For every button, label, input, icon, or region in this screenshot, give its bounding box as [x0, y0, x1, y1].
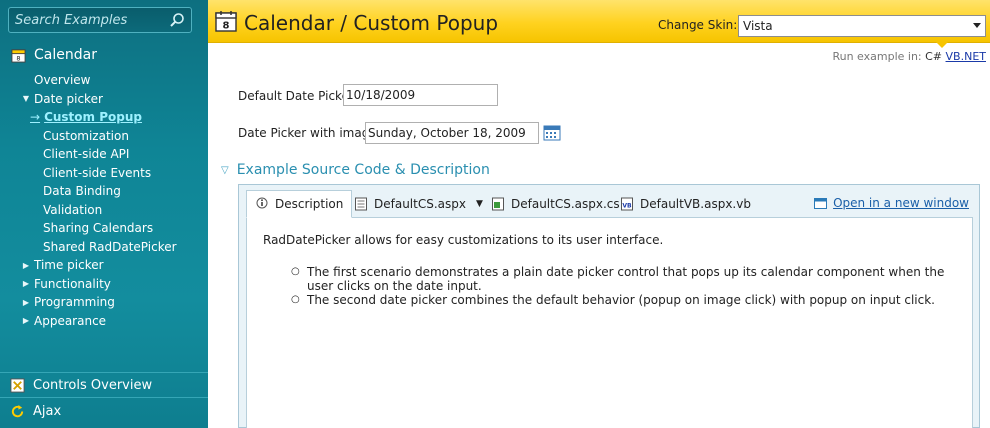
- nav-item-appearance[interactable]: ▶ Appearance: [0, 312, 208, 331]
- search-box[interactable]: [8, 7, 192, 33]
- nav-item-client-side-events[interactable]: Client-side Events: [0, 164, 208, 183]
- svg-text:8: 8: [223, 21, 230, 32]
- skin-select[interactable]: Vista: [738, 15, 986, 37]
- description-bullets: The first scenario demonstrates a plain …: [291, 265, 961, 307]
- chevron-down-icon: [973, 23, 981, 28]
- dropdown-arrow-icon[interactable]: ▼: [476, 199, 483, 209]
- source-panel: Description DefaultCS.aspx ▼ DefaultCS.a…: [238, 184, 980, 428]
- nav-item-shared-raddatepicker[interactable]: Shared RadDatePicker: [0, 238, 208, 257]
- list-item: The second date picker combines the defa…: [291, 293, 961, 307]
- image-date-input[interactable]: [365, 122, 539, 144]
- tab-defaultcs-aspx[interactable]: DefaultCS.aspx ▼: [346, 190, 491, 218]
- calendar-icon: 8: [215, 11, 237, 32]
- nav-item-functionality[interactable]: ▶ Functionality: [0, 275, 208, 294]
- vbnet-link[interactable]: VB.NET: [946, 50, 986, 63]
- collapsed-arrow-icon: ▶: [22, 279, 30, 289]
- collapsed-arrow-icon: ▶: [22, 316, 30, 326]
- default-date-input[interactable]: [343, 84, 498, 106]
- image-date-picker-label: Date Picker with image:: [238, 126, 381, 140]
- file-icon: [355, 197, 367, 211]
- description-content: RadDatePicker allows for easy customizat…: [246, 217, 973, 428]
- refresh-icon: [11, 404, 24, 417]
- section-title: Calendar: [34, 47, 97, 63]
- info-icon: [256, 197, 268, 209]
- section-calendar[interactable]: 8 Calendar: [11, 44, 97, 66]
- nav-item-overview[interactable]: Overview: [0, 71, 208, 90]
- description-intro: RadDatePicker allows for easy customizat…: [263, 233, 664, 247]
- search-input[interactable]: [15, 11, 165, 29]
- tab-description[interactable]: Description: [246, 190, 353, 218]
- nav-item-date-picker[interactable]: ▼ Date picker: [0, 90, 208, 109]
- nav-item-data-binding[interactable]: Data Binding: [0, 182, 208, 201]
- cs-file-icon: [492, 197, 504, 211]
- tab-defaultcs-aspx-cs[interactable]: DefaultCS.aspx.cs: [483, 190, 628, 218]
- current-arrow-icon: →: [30, 110, 41, 125]
- header-bar: 8 Calendar / Custom Popup Change Skin: V…: [208, 0, 990, 43]
- collapse-triangle-icon: ▽: [221, 164, 229, 176]
- nav-tree: Overview ▼ Date picker → Custom Popup Cust…: [0, 71, 208, 330]
- ajax-link[interactable]: Ajax: [10, 401, 61, 421]
- default-date-picker-label: Default Date Picker:: [238, 89, 358, 103]
- header-pointer: [936, 42, 948, 48]
- open-in-new-window-link[interactable]: Open in a new window: [814, 196, 969, 210]
- list-item: The first scenario demonstrates a plain …: [291, 265, 961, 293]
- calendar-icon: 8: [11, 48, 26, 62]
- sidebar: 8 Calendar Overview ▼Date picker →Custom…: [0, 0, 208, 428]
- page-title: Calendar / Custom Popup: [244, 11, 499, 35]
- cs-link[interactable]: C#: [925, 50, 942, 63]
- new-window-icon: [814, 197, 828, 209]
- nav-item-validation[interactable]: Validation: [0, 201, 208, 220]
- vb-file-icon: VB: [621, 197, 633, 211]
- skin-select-value: Vista: [743, 19, 773, 33]
- divider: [0, 372, 208, 373]
- divider: [0, 397, 208, 398]
- svg-text:VB: VB: [622, 203, 632, 210]
- collapsed-arrow-icon: ▶: [22, 297, 30, 307]
- nav-item-customization[interactable]: Customization: [0, 127, 208, 146]
- nav-item-client-side-api[interactable]: Client-side API: [0, 145, 208, 164]
- calendar-popup-button-icon[interactable]: [543, 125, 561, 141]
- search-icon[interactable]: [169, 12, 185, 28]
- controls-overview-link[interactable]: Controls Overview: [10, 375, 152, 395]
- expanded-arrow-icon: ▼: [22, 94, 30, 104]
- nav-item-custom-popup[interactable]: → Custom Popup: [0, 108, 208, 127]
- run-example: Run example in: C# VB.NET: [832, 50, 986, 63]
- skin-label: Change Skin:: [658, 18, 738, 32]
- nav-item-sharing-calendars[interactable]: Sharing Calendars: [0, 219, 208, 238]
- collapsed-arrow-icon: ▶: [22, 260, 30, 270]
- source-section-header[interactable]: ▽ Example Source Code & Description: [221, 162, 490, 178]
- nav-item-time-picker[interactable]: ▶ Time picker: [0, 256, 208, 275]
- close-box-icon: [10, 377, 25, 393]
- svg-text:8: 8: [16, 54, 20, 62]
- tab-defaultvb-aspx-vb[interactable]: VB DefaultVB.aspx.vb: [612, 190, 759, 218]
- nav-item-programming[interactable]: ▶ Programming: [0, 293, 208, 312]
